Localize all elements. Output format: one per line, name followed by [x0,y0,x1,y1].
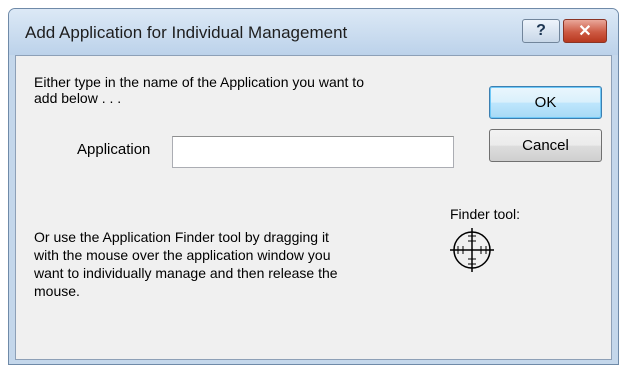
dialog-window: Add Application for Individual Managemen… [8,8,619,365]
finder-instruction-line-3: want to individually manage and then rel… [34,265,338,281]
crosshair-icon[interactable] [446,224,498,276]
close-button[interactable]: ✕ [563,19,607,43]
finder-instruction-line-1: Or use the Application Finder tool by dr… [34,229,329,245]
close-icon: ✕ [578,23,592,40]
help-icon: ? [536,22,546,39]
ok-button[interactable]: OK [489,86,602,119]
cancel-button[interactable]: Cancel [489,129,602,162]
instruction-line-1: Either type in the name of the Applicati… [34,74,364,90]
finder-tool-label: Finder tool: [450,206,521,222]
title-bar[interactable]: Add Application for Individual Managemen… [9,9,618,55]
finder-instruction-line-4: mouse. [34,283,80,299]
application-label: Application [77,141,151,158]
dialog-body: Either type in the name of the Applicati… [15,55,612,360]
application-input[interactable] [172,136,454,168]
help-button[interactable]: ? [522,19,560,43]
instruction-line-2: add below . . . [34,90,122,106]
window-title: Add Application for Individual Managemen… [25,23,348,42]
finder-instruction-line-2: with the mouse over the application wind… [34,247,331,263]
